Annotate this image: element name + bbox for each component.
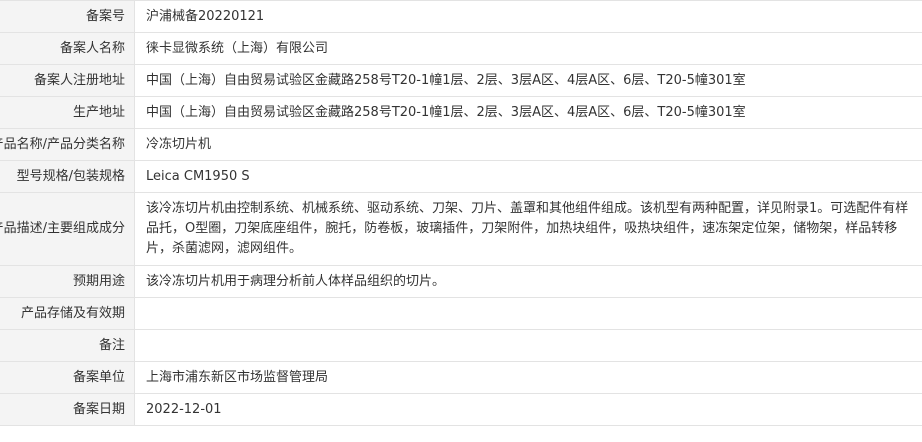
field-label-text: 备案号: [85, 8, 125, 24]
table-row: 型号规格/包装规格 Leica CM1950 S: [0, 160, 922, 193]
field-label-filing-unit: 备案单位: [0, 361, 135, 394]
field-label-text: 型号规格/包装规格: [16, 168, 125, 184]
table-row: 产品描述/主要组成成分 该冷冻切片机由控制系统、机械系统、驱动系统、刀架、刀片、…: [0, 192, 922, 266]
field-value-intended-use: 该冷冻切片机用于病理分析前人体样品组织的切片。: [134, 265, 922, 298]
field-label-text: 预期用途: [72, 273, 125, 289]
field-value-record-number: 沪浦械备20220121: [134, 0, 922, 33]
field-value-remarks: [134, 329, 922, 362]
field-value-production-address: 中国（上海）自由贸易试验区金藏路258号T20-1幢1层、2层、3层A区、4层A…: [134, 96, 922, 129]
field-label-registered-address: 备案人注册地址: [0, 64, 135, 97]
field-label-text: 产品描述/主要组成成分: [0, 221, 125, 236]
field-label-product-name: 产品名称/产品分类名称: [0, 128, 135, 161]
field-label-production-address: 生产地址: [0, 96, 135, 129]
table-row: 备案人注册地址 中国（上海）自由贸易试验区金藏路258号T20-1幢1层、2层、…: [0, 64, 922, 97]
field-label-product-description: 产品描述/主要组成成分: [0, 192, 135, 266]
field-value-registrant-name: 徕卡显微系统（上海）有限公司: [134, 32, 922, 65]
field-value-filing-date: 2022-12-01: [134, 393, 922, 426]
field-value-storage-validity: [134, 297, 922, 330]
field-label-model-spec: 型号规格/包装规格: [0, 160, 135, 193]
field-label-text: 备注: [98, 337, 125, 353]
record-detail-table: 备案号 沪浦械备20220121 备案人名称 徕卡显微系统（上海）有限公司 备案…: [0, 0, 922, 426]
field-label-text: 备案单位: [72, 369, 125, 385]
field-label-text: 备案日期: [72, 401, 125, 417]
field-label-text: 产品名称/产品分类名称: [0, 136, 125, 152]
field-label-record-number: 备案号: [0, 0, 135, 33]
field-label-text: 产品存储及有效期: [20, 305, 125, 321]
field-value-filing-unit: 上海市浦东新区市场监督管理局: [134, 361, 922, 394]
table-row: 产品名称/产品分类名称 冷冻切片机: [0, 128, 922, 161]
field-label-remarks: 备注: [0, 329, 135, 362]
table-row: 备案日期 2022-12-01: [0, 393, 922, 426]
table-row: 备案人名称 徕卡显微系统（上海）有限公司: [0, 32, 922, 65]
field-label-storage-validity: 产品存储及有效期: [0, 297, 135, 330]
table-row: 产品存储及有效期: [0, 297, 922, 330]
table-row: 备案号 沪浦械备20220121: [0, 0, 922, 33]
table-row: 备注: [0, 329, 922, 362]
field-value-model-spec: Leica CM1950 S: [134, 160, 922, 193]
field-value-product-description: 该冷冻切片机由控制系统、机械系统、驱动系统、刀架、刀片、盖罩和其他组件组成。该机…: [134, 192, 922, 266]
field-label-text: 备案人名称: [59, 40, 125, 56]
table-row: 备案单位 上海市浦东新区市场监督管理局: [0, 361, 922, 394]
table-row: 预期用途 该冷冻切片机用于病理分析前人体样品组织的切片。: [0, 265, 922, 298]
field-label-text: 备案人注册地址: [33, 72, 125, 88]
table-row: 生产地址 中国（上海）自由贸易试验区金藏路258号T20-1幢1层、2层、3层A…: [0, 96, 922, 129]
field-value-product-name: 冷冻切片机: [134, 128, 922, 161]
field-label-text: 生产地址: [72, 104, 125, 120]
field-value-registered-address: 中国（上海）自由贸易试验区金藏路258号T20-1幢1层、2层、3层A区、4层A…: [134, 64, 922, 97]
field-label-intended-use: 预期用途: [0, 265, 135, 298]
field-label-registrant-name: 备案人名称: [0, 32, 135, 65]
field-label-filing-date: 备案日期: [0, 393, 135, 426]
